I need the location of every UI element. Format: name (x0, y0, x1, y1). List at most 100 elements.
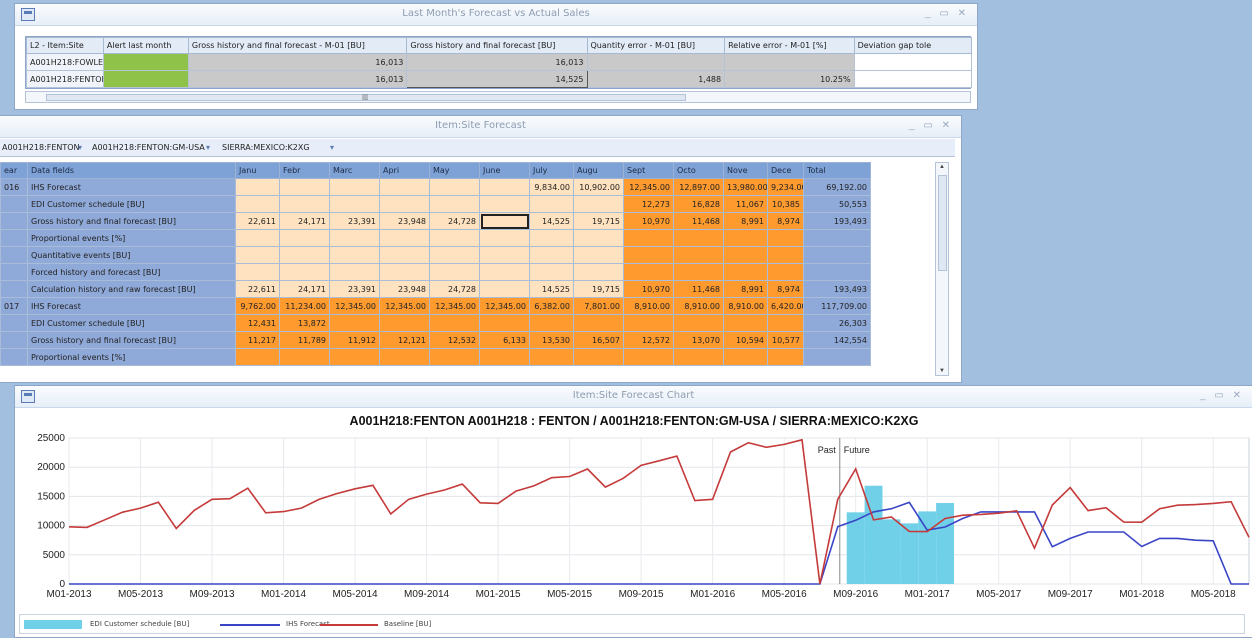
window-titlebar[interactable]: Item:Site Forecast _ ▭ ✕ (0, 116, 961, 138)
value-cell[interactable] (379, 263, 430, 281)
column-header[interactable]: Deviation gap tole (853, 37, 973, 54)
value-cell[interactable] (429, 263, 480, 281)
value-cell[interactable] (235, 246, 280, 264)
value-cell[interactable]: 22,611 (235, 280, 280, 298)
value-cell[interactable]: 16,507 (573, 331, 624, 349)
value-cell[interactable]: 23,948 (379, 280, 430, 298)
value-cell[interactable] (429, 246, 480, 264)
value-cell[interactable] (723, 246, 768, 264)
value-cell[interactable]: 9,834.00 (529, 178, 574, 196)
value-cell[interactable]: 11,789 (279, 331, 330, 349)
value-cell[interactable] (429, 178, 480, 196)
site-cell[interactable]: A001H218:FENTON (26, 70, 104, 88)
edi-bar[interactable] (900, 523, 919, 584)
value-cell[interactable] (573, 246, 624, 264)
value-cell[interactable]: 19,715 (573, 212, 624, 230)
value-cell[interactable] (379, 348, 430, 366)
value-cell[interactable]: 13,070 (673, 331, 724, 349)
value-cell[interactable] (767, 314, 804, 332)
horizontal-scrollbar[interactable]: ▥ (25, 91, 971, 103)
vertical-scrollbar[interactable]: ▲ ▼ (935, 162, 949, 376)
value-cell[interactable] (429, 195, 480, 213)
value-cell[interactable] (723, 263, 768, 281)
value-cell[interactable]: 8,910.00 (623, 297, 674, 315)
value-cell[interactable]: 12,345.00 (379, 297, 430, 315)
column-header[interactable]: Nove (723, 162, 768, 179)
value-cell[interactable] (329, 348, 380, 366)
value-cell[interactable] (329, 195, 380, 213)
value-cell[interactable] (479, 263, 530, 281)
value-cell[interactable] (573, 263, 624, 281)
value-cell[interactable]: 10,577 (767, 331, 804, 349)
filter-site[interactable]: A001H218:FENTON:GM-USA (92, 143, 205, 152)
value-cell[interactable] (853, 53, 973, 71)
scrollbar-thumb[interactable] (938, 175, 947, 271)
value-cell[interactable] (479, 229, 530, 247)
value-cell[interactable]: 13,530 (529, 331, 574, 349)
scroll-up-icon[interactable]: ▲ (939, 164, 945, 170)
value-cell[interactable] (235, 229, 280, 247)
column-header[interactable]: Marc (329, 162, 380, 179)
value-cell[interactable] (329, 229, 380, 247)
value-cell[interactable]: 12,121 (379, 331, 430, 349)
value-cell[interactable] (723, 348, 768, 366)
value-cell[interactable]: 22,611 (235, 212, 280, 230)
table-row[interactable]: Proportional events [%] (0, 229, 871, 247)
table-row[interactable]: 017 IHS Forecast 9,762.00 11,234.00 12,345.0… (0, 297, 871, 315)
value-cell[interactable] (379, 178, 430, 196)
value-cell[interactable]: 16,013 (187, 70, 408, 88)
value-cell[interactable] (529, 195, 574, 213)
scrollbar-thumb[interactable]: ▥ (46, 94, 686, 101)
value-cell[interactable] (479, 195, 530, 213)
value-cell[interactable] (529, 246, 574, 264)
value-cell[interactable] (235, 195, 280, 213)
value-cell[interactable] (379, 246, 430, 264)
value-cell[interactable]: 8,910.00 (723, 297, 768, 315)
value-cell[interactable]: 11,217 (235, 331, 280, 349)
window-controls[interactable]: _ ▭ ✕ (1200, 390, 1244, 401)
value-cell[interactable] (329, 263, 380, 281)
value-cell[interactable] (573, 229, 624, 247)
column-header[interactable]: Augu (573, 162, 624, 179)
column-header[interactable]: Quantity error - M-01 [BU] (586, 37, 726, 54)
value-cell[interactable] (429, 348, 480, 366)
value-cell[interactable] (623, 314, 674, 332)
value-cell[interactable] (767, 229, 804, 247)
value-cell[interactable]: 11,468 (673, 212, 724, 230)
value-cell[interactable] (329, 314, 380, 332)
table-row[interactable]: Calculation history and raw forecast [BU… (0, 280, 871, 298)
value-cell[interactable]: 14,525 (529, 212, 574, 230)
chevron-down-icon[interactable]: ▾ (206, 143, 210, 152)
value-cell[interactable] (279, 263, 330, 281)
value-cell[interactable] (235, 263, 280, 281)
value-cell[interactable]: 9,234.00 (767, 178, 804, 196)
value-cell[interactable] (724, 53, 855, 71)
column-header[interactable]: Data fields (27, 162, 236, 179)
value-cell[interactable]: 9,762.00 (235, 297, 280, 315)
value-cell[interactable]: 8,991 (723, 212, 768, 230)
value-cell[interactable] (479, 280, 530, 298)
value-cell[interactable]: 8,974 (767, 212, 804, 230)
value-cell[interactable]: 10,970 (623, 212, 674, 230)
value-cell[interactable]: 10,594 (723, 331, 768, 349)
value-cell[interactable]: 8,991 (723, 280, 768, 298)
site-cell[interactable]: A001H218:FOWLER (26, 53, 104, 71)
value-cell[interactable]: 11,067 (723, 195, 768, 213)
value-cell[interactable] (329, 246, 380, 264)
value-cell[interactable] (573, 195, 624, 213)
value-cell[interactable] (723, 229, 768, 247)
value-cell[interactable]: 24,171 (279, 280, 330, 298)
value-cell[interactable]: 16,013 (406, 53, 588, 71)
value-cell[interactable] (279, 195, 330, 213)
window-titlebar[interactable]: Item:Site Forecast Chart _ ▭ ✕ (15, 386, 1252, 408)
value-cell[interactable]: 12,532 (429, 331, 480, 349)
table-row[interactable]: Forced history and forecast [BU] (0, 263, 871, 281)
value-cell[interactable] (479, 246, 530, 264)
value-cell[interactable]: 11,912 (329, 331, 380, 349)
value-cell[interactable]: 24,728 (429, 212, 480, 230)
value-cell[interactable]: 11,468 (673, 280, 724, 298)
table-row[interactable]: EDI Customer schedule [BU] 12,273 16,828 11… (0, 195, 871, 213)
value-cell[interactable] (623, 229, 674, 247)
column-header[interactable]: Alert last month (102, 37, 189, 54)
value-cell[interactable]: 16,828 (673, 195, 724, 213)
